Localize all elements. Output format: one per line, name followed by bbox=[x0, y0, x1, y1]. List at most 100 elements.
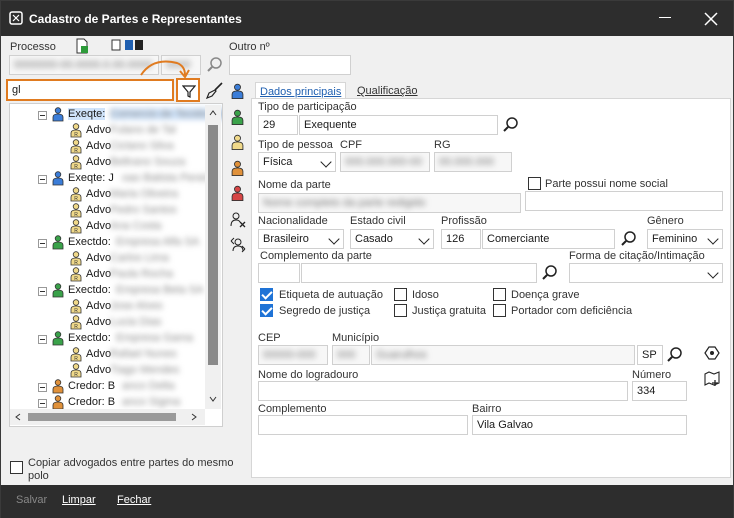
rg-input[interactable]: 00.000.000 bbox=[434, 152, 512, 172]
expand-toggle-icon[interactable] bbox=[38, 399, 47, 408]
justica-checkbox[interactable] bbox=[394, 304, 407, 317]
tree-lawyer-item[interactable]: R Advo Paula Rocha bbox=[10, 267, 210, 283]
estado-civil-select[interactable]: Casado bbox=[350, 229, 434, 249]
search-icon[interactable] bbox=[502, 116, 520, 134]
expand-toggle-icon[interactable] bbox=[38, 111, 47, 120]
minimize-button[interactable] bbox=[659, 17, 671, 18]
municipio-code[interactable]: 000 bbox=[332, 345, 370, 365]
portador-checkbox[interactable] bbox=[493, 304, 506, 317]
filter-button[interactable] bbox=[176, 78, 200, 102]
tipo-pessoa-select[interactable]: Física bbox=[258, 152, 336, 172]
tree-lawyer-item[interactable]: R Advo Pedro Santos bbox=[10, 203, 210, 219]
party-search-input[interactable]: gl bbox=[6, 79, 174, 101]
tab-dados-principais[interactable]: Dados principais bbox=[255, 82, 347, 99]
fechar-button[interactable]: Fechar bbox=[117, 494, 151, 506]
add-party-red-icon[interactable] bbox=[231, 185, 244, 202]
municipio-input[interactable]: Guarulhos bbox=[371, 345, 635, 365]
tree-lawyer-item[interactable]: R Advo Tiago Mendes bbox=[10, 363, 210, 379]
tree-party-item[interactable]: Exeqte: J oao Batista Pereira bbox=[10, 171, 216, 187]
forma-citacao-select[interactable] bbox=[569, 263, 723, 283]
tree-party-item[interactable]: Exectdo: Empresa Beta SA bbox=[10, 283, 210, 299]
scroll-up-icon[interactable] bbox=[209, 109, 217, 117]
numero-input[interactable]: 334 bbox=[632, 381, 687, 401]
tree-item-name: anco Delta bbox=[122, 380, 175, 392]
expand-toggle-icon[interactable] bbox=[38, 335, 47, 344]
tree-lawyer-item[interactable]: R Advo Ana Costa bbox=[10, 219, 210, 235]
search-icon[interactable] bbox=[620, 230, 638, 248]
tipo-participacao-input[interactable]: Exequente bbox=[299, 115, 498, 135]
copiar-advogados-checkbox[interactable] bbox=[10, 461, 23, 474]
search-icon[interactable] bbox=[666, 346, 684, 364]
cep-input[interactable]: 00000-000 bbox=[258, 345, 328, 365]
scroll-thumb[interactable] bbox=[208, 125, 218, 365]
scroll-left-icon[interactable] bbox=[14, 413, 22, 421]
tree-lawyer-item[interactable]: R Advo Rafael Nunes bbox=[10, 347, 210, 363]
tree-horizontal-scrollbar[interactable] bbox=[10, 409, 205, 425]
nome-social-input[interactable] bbox=[525, 191, 723, 211]
complemento-parte-code[interactable] bbox=[258, 263, 300, 283]
etiqueta-checkbox[interactable] bbox=[260, 288, 273, 301]
expand-toggle-icon[interactable] bbox=[38, 287, 47, 296]
bairro-input[interactable]: Vila Galvao bbox=[472, 415, 687, 435]
add-party-blue-icon[interactable] bbox=[231, 83, 244, 100]
tree-party-item[interactable]: Credor: B anco Delta bbox=[10, 379, 210, 395]
expand-toggle-icon[interactable] bbox=[38, 239, 47, 248]
limpar-button[interactable]: Limpar bbox=[62, 494, 96, 506]
remove-person-icon[interactable] bbox=[230, 212, 246, 228]
tree-lawyer-item[interactable]: R Advo Carlos Lima bbox=[10, 251, 210, 267]
svg-text:R: R bbox=[74, 164, 78, 170]
complemento-input[interactable] bbox=[258, 415, 468, 435]
map-add-icon[interactable] bbox=[703, 370, 721, 388]
tree-lawyer-item[interactable]: R Advo Fulano de Tal bbox=[10, 123, 210, 139]
uf-input[interactable]: SP bbox=[637, 345, 663, 365]
document-green-icon[interactable] bbox=[74, 38, 90, 54]
tree-lawyer-item[interactable]: R Advo Ciclano Silva bbox=[10, 139, 210, 155]
tree-item-label: Credor: B bbox=[68, 380, 116, 392]
doenca-checkbox[interactable] bbox=[493, 288, 506, 301]
scroll-right-icon[interactable] bbox=[190, 413, 198, 421]
segredo-checkbox[interactable] bbox=[260, 304, 273, 317]
swap-person-icon[interactable] bbox=[230, 237, 246, 253]
view-mode-icon[interactable] bbox=[111, 38, 145, 52]
nacionalidade-select[interactable]: Brasileiro bbox=[258, 229, 344, 249]
lawyer-icon: R bbox=[70, 363, 82, 378]
profissao-code[interactable]: 126 bbox=[441, 229, 481, 249]
hscroll-thumb[interactable] bbox=[28, 413, 176, 421]
broom-icon[interactable] bbox=[206, 81, 224, 99]
expand-toggle-icon[interactable] bbox=[38, 383, 47, 392]
add-party-green-icon[interactable] bbox=[231, 109, 244, 126]
tree-lawyer-item[interactable]: R Advo Beltrano Souza bbox=[10, 155, 210, 171]
municipio-label: Município bbox=[332, 332, 380, 344]
expand-toggle-icon[interactable] bbox=[38, 175, 47, 184]
cpf-label: CPF bbox=[340, 139, 362, 151]
processo-label: Processo bbox=[10, 41, 56, 53]
salvar-button[interactable]: Salvar bbox=[16, 494, 47, 506]
tree-lawyer-item[interactable]: R Advo Jose Alves bbox=[10, 299, 210, 315]
close-icon[interactable] bbox=[701, 9, 721, 29]
party-tree[interactable]: Exeqte:Comercio de Tecidos LtdaRAdvoFula… bbox=[9, 103, 223, 427]
add-lawyer-icon[interactable] bbox=[231, 134, 244, 151]
complemento-parte-input[interactable] bbox=[301, 263, 537, 283]
idoso-checkbox[interactable] bbox=[394, 288, 407, 301]
tree-vertical-scrollbar[interactable] bbox=[205, 105, 221, 409]
tree-item-label: Advo bbox=[86, 364, 112, 376]
nome-parte-input[interactable]: Nome completo da parte redigido bbox=[258, 193, 521, 213]
profissao-input[interactable]: Comerciante bbox=[482, 229, 615, 249]
scroll-down-icon[interactable] bbox=[209, 395, 217, 403]
add-party-orange-icon[interactable] bbox=[231, 160, 244, 177]
genero-select[interactable]: Feminino bbox=[647, 229, 723, 249]
nome-social-checkbox[interactable] bbox=[528, 177, 541, 190]
tipo-participacao-code[interactable]: 29 bbox=[258, 115, 298, 135]
address-lookup-icon[interactable] bbox=[703, 344, 721, 362]
cpf-input[interactable]: 000.000.000-00 bbox=[340, 152, 430, 172]
tree-lawyer-item[interactable]: R Advo Maria Oliveira bbox=[10, 187, 210, 203]
tree-party-item[interactable]: Exectdo: Empresa Gama bbox=[10, 331, 210, 347]
tree-lawyer-item[interactable]: R Advo Lucia Dias bbox=[10, 315, 210, 331]
tree-item-name: Empresa Alfa SA bbox=[116, 236, 200, 248]
outro-input[interactable] bbox=[229, 55, 351, 75]
tree-party-item[interactable]: Exectdo: Empresa Alfa SA bbox=[10, 235, 210, 251]
logradouro-input[interactable] bbox=[258, 381, 628, 401]
tree-party-item[interactable]: Exeqte:Comercio de Tecidos Ltda bbox=[10, 107, 222, 123]
search-icon[interactable] bbox=[206, 56, 224, 74]
search-icon[interactable] bbox=[541, 264, 559, 282]
